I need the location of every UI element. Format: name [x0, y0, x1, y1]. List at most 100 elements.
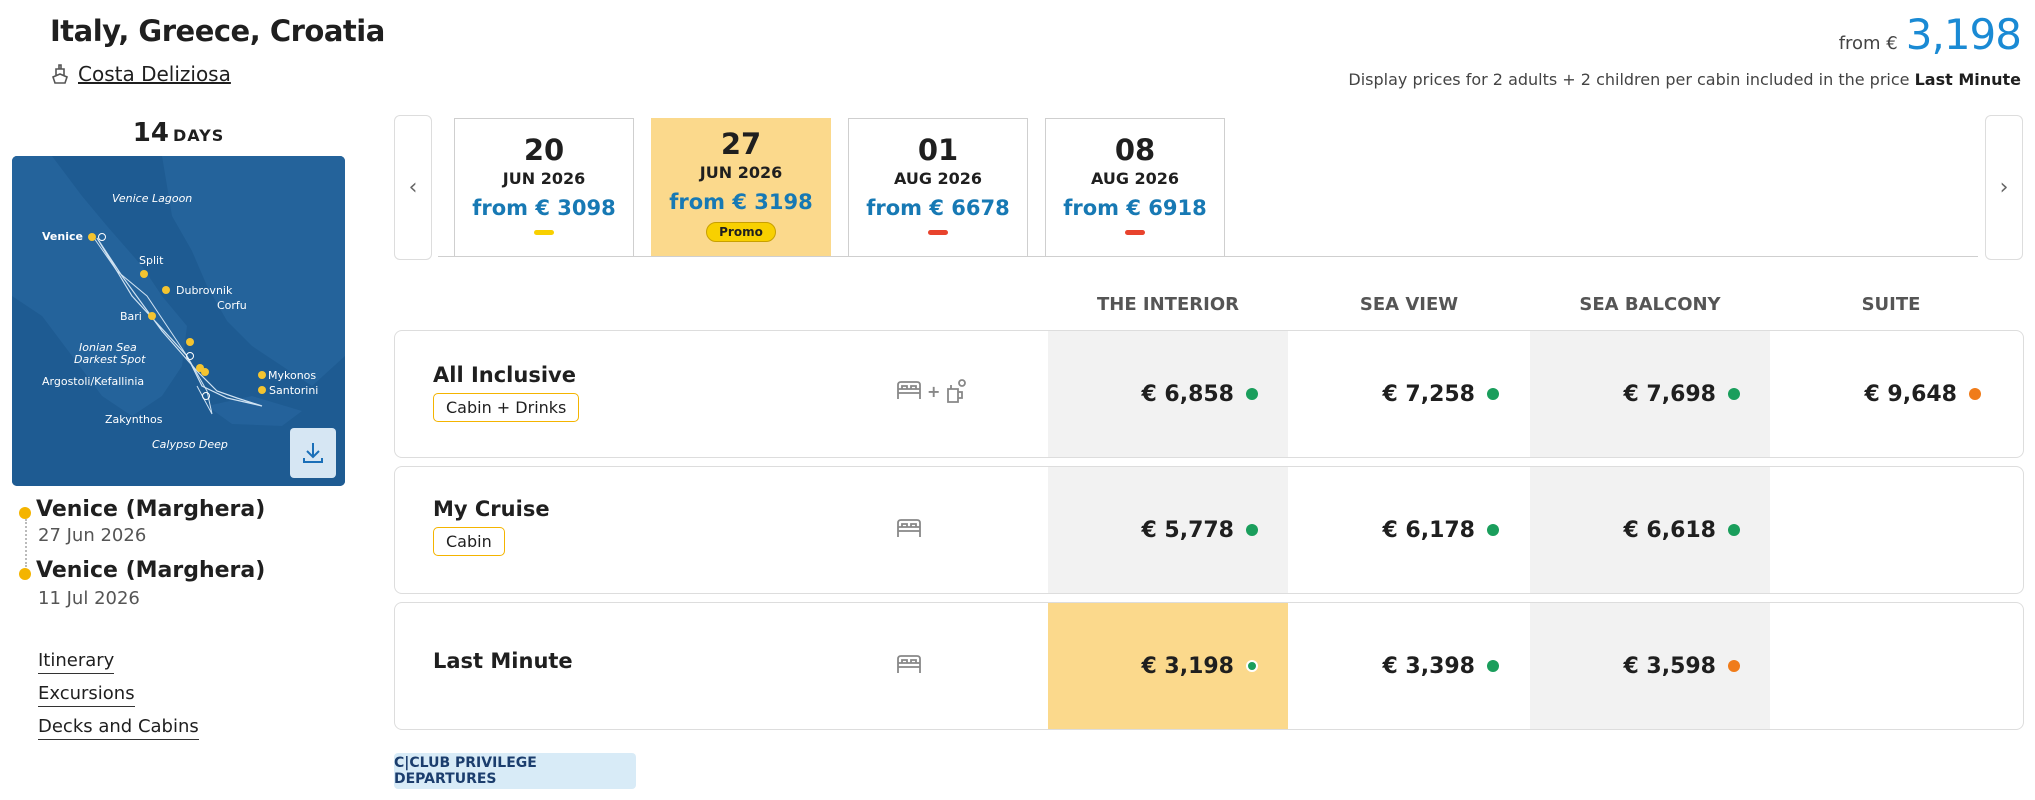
map-label-zakynthos: Zakynthos: [105, 413, 163, 426]
availability-bar: [928, 230, 948, 235]
availability-dot: [1728, 524, 1740, 536]
fare-row-my-cruise: My Cruise Cabin € 5,778 € 6,178 € 6,618: [394, 466, 2024, 594]
availability-dot: [1969, 388, 1981, 400]
link-itinerary[interactable]: Itinerary: [38, 650, 115, 674]
price-cell[interactable]: € 6,178: [1289, 467, 1529, 593]
availability-dot: [1246, 388, 1258, 400]
fare-row-all-inclusive: All Inclusive Cabin + Drinks + € 6,858 €…: [394, 330, 2024, 458]
price-value: € 6,858: [1141, 381, 1234, 407]
arrive-port: Venice (Marghera): [36, 558, 266, 583]
port-connector: [25, 519, 27, 567]
date-card[interactable]: 20 JUN 2026 from € 3098: [454, 118, 634, 256]
days-number: 14: [132, 118, 169, 148]
date-card[interactable]: 01 AUG 2026 from € 6678: [848, 118, 1028, 256]
date-card-selected[interactable]: 27 JUN 2026 from € 3198 Promo: [651, 118, 831, 256]
price-cell[interactable]: € 6,618: [1530, 467, 1770, 593]
cclub-privilege-button[interactable]: C|CLUB PRIVILEGE DEPARTURES: [394, 753, 636, 789]
disclaimer-text: Display prices for 2 adults + 2 children…: [1348, 70, 1910, 89]
availability-dot: [1487, 388, 1499, 400]
map-label-corfu: Corfu: [217, 299, 247, 312]
price-value: € 5,778: [1141, 517, 1234, 543]
map-label-darkest-spot: Darkest Spot: [74, 353, 146, 366]
price-cell-empty: [1771, 603, 2011, 729]
col-header-sea-view: SEA VIEW: [1359, 294, 1459, 315]
fare-tag: Cabin: [433, 527, 505, 556]
map-label-calypso-deep: Calypso Deep: [152, 438, 228, 451]
chevron-right-icon: ›: [1999, 175, 2009, 200]
availability-dot: [1487, 660, 1499, 672]
carousel-divider: [438, 256, 1978, 257]
date-day: 27: [720, 127, 762, 161]
date-price: from € 6678: [866, 196, 1010, 220]
price-from-label: from €: [1838, 33, 1898, 54]
bed-plus-drinks-icon: +: [895, 377, 970, 405]
price-disclaimer: Display prices for 2 adults + 2 children…: [1348, 70, 2021, 89]
price-cell[interactable]: € 7,698: [1530, 331, 1770, 457]
date-price: from € 3098: [472, 196, 616, 220]
date-day: 01: [917, 133, 959, 167]
price-from-block: from € 3,198: [1838, 10, 2022, 59]
price-cell-empty: [1771, 467, 2011, 593]
map-label-bari: Bari: [120, 310, 142, 323]
link-decks-cabins[interactable]: Decks and Cabins: [38, 716, 199, 740]
date-day: 20: [523, 133, 565, 167]
availability-bar: [534, 230, 554, 235]
map-label-argostoli: Argostoli/Kefallinia: [42, 375, 144, 388]
bed-icon: [895, 653, 923, 681]
ship-icon: [52, 64, 68, 84]
price-value: € 6,618: [1623, 517, 1716, 543]
date-month-year: JUN 2026: [699, 163, 783, 182]
days-label: DAYS: [172, 126, 225, 145]
availability-bar: [1125, 230, 1145, 235]
dates-next-button[interactable]: ›: [1985, 115, 2023, 260]
map-label-mykonos: Mykonos: [268, 369, 316, 382]
date-price: from € 6918: [1063, 196, 1207, 220]
dates-prev-button[interactable]: ‹: [394, 115, 432, 260]
col-header-sea-balcony: SEA BALCONY: [1579, 294, 1721, 315]
availability-dot: [1728, 660, 1740, 672]
download-icon: [303, 443, 323, 463]
map-label-venice: Venice: [42, 230, 83, 243]
price-cell[interactable]: € 5,778: [1048, 467, 1288, 593]
date-month-year: AUG 2026: [1090, 169, 1180, 188]
arrive-port-dot: [19, 568, 31, 580]
chevron-left-icon: ‹: [408, 175, 418, 200]
map-label-dubrovnik: Dubrovnik: [176, 284, 233, 297]
price-cell[interactable]: € 7,258: [1289, 331, 1529, 457]
price-value: € 7,698: [1623, 381, 1716, 407]
map-label-split: Split: [139, 254, 164, 267]
download-map-button[interactable]: [290, 428, 336, 478]
col-header-interior: THE INTERIOR: [1097, 294, 1239, 315]
depart-port-dot: [19, 507, 31, 519]
price-cell[interactable]: € 3,398: [1289, 603, 1529, 729]
date-month-year: JUN 2026: [502, 169, 586, 188]
arrive-date: 11 Jul 2026: [38, 588, 140, 609]
price-cell[interactable]: € 9,648: [1771, 331, 2011, 457]
date-card[interactable]: 08 AUG 2026 from € 6918: [1045, 118, 1225, 256]
link-excursions[interactable]: Excursions: [38, 683, 135, 707]
price-from-value: 3,198: [1905, 10, 2022, 59]
bed-icon: [897, 381, 921, 399]
map-label-santorini: Santorini: [269, 384, 318, 397]
trip-duration: 14 DAYS: [12, 118, 345, 148]
price-value: € 6,178: [1382, 517, 1475, 543]
col-header-suite: SUITE: [1861, 294, 1921, 315]
ship-name[interactable]: Costa Deliziosa: [78, 62, 231, 86]
fare-row-last-minute: Last Minute € 3,198 € 3,398 € 3,598: [394, 602, 2024, 730]
price-value: € 3,398: [1382, 653, 1475, 679]
bed-icon: [895, 517, 923, 545]
depart-port: Venice (Marghera): [36, 497, 266, 522]
price-value: € 9,648: [1864, 381, 1957, 407]
depart-date: 27 Jun 2026: [38, 525, 147, 546]
price-cell[interactable]: € 3,598: [1530, 603, 1770, 729]
availability-dot: [1487, 524, 1499, 536]
ship-link[interactable]: Costa Deliziosa: [50, 62, 231, 86]
date-price: from € 3198: [669, 190, 813, 214]
price-cell-selected[interactable]: € 3,198: [1048, 603, 1288, 729]
price-cell[interactable]: € 6,858: [1048, 331, 1288, 457]
plus-sign: +: [927, 381, 941, 401]
availability-dot: [1728, 388, 1740, 400]
fare-name: Last Minute: [433, 649, 573, 673]
availability-dot: [1246, 660, 1258, 672]
price-value: € 3,198: [1141, 653, 1234, 679]
